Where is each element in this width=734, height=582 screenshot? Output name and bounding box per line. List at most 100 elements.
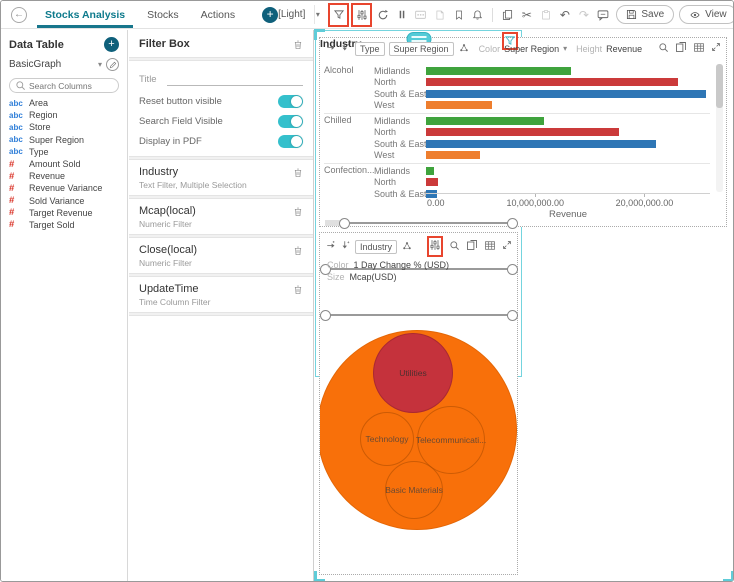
tab-stocks[interactable]: Stocks [136, 1, 190, 29]
breadcrumb-super-region-chip[interactable]: Super Region [389, 42, 454, 56]
size-dim-label: Size [327, 272, 345, 282]
field-item[interactable]: #Revenue [1, 170, 127, 182]
back-arrow-icon[interactable]: ← [11, 7, 27, 23]
chart-scrollbar[interactable] [716, 64, 723, 192]
field-item[interactable]: abcSuper Region [1, 134, 127, 146]
theme-selector[interactable]: [Light] [278, 9, 305, 20]
bubble-utilities[interactable]: Utilities [373, 333, 453, 413]
delete-trash-icon[interactable] [293, 206, 303, 217]
mcap-slider-handle-min[interactable] [339, 218, 350, 229]
table-view-icon[interactable] [693, 42, 705, 56]
pause-icon[interactable] [393, 5, 410, 25]
delete-trash-icon[interactable] [293, 245, 303, 256]
parameters-sliders-icon[interactable] [353, 5, 370, 25]
table-view-icon[interactable] [484, 240, 496, 254]
field-item[interactable]: #Target Sold [1, 219, 127, 231]
toggle-switch-0[interactable] [278, 95, 303, 108]
height-dim-value[interactable]: Revenue [606, 44, 642, 54]
mcap-range-slider[interactable] [325, 215, 512, 231]
sort-icon[interactable] [341, 41, 351, 56]
field-item[interactable]: abcArea [1, 97, 127, 109]
filter-item[interactable]: IndustryText Filter, Multiple Selection [129, 160, 313, 195]
filter-item[interactable]: Mcap(local)Numeric Filter [129, 199, 313, 234]
maximize-icon[interactable] [502, 240, 512, 253]
chevron-down-icon[interactable]: ▾ [98, 60, 102, 69]
bar[interactable] [426, 67, 571, 75]
delete-trash-icon[interactable] [293, 167, 303, 178]
color-dim-value[interactable]: Super Region [504, 44, 559, 54]
field-item[interactable]: abcRegion [1, 109, 127, 121]
drill-right-icon[interactable] [325, 240, 337, 253]
edit-pencil-icon[interactable] [106, 58, 119, 71]
chevron-down-icon[interactable]: ▾ [563, 44, 567, 53]
bar[interactable] [426, 128, 619, 136]
breadcrumb-industry-chip[interactable]: Industry [355, 240, 397, 254]
add-data-table-button[interactable]: + [104, 37, 119, 52]
delete-trash-icon[interactable] [293, 284, 303, 295]
sort-icon[interactable] [341, 239, 351, 254]
hierarchy-icon[interactable] [401, 240, 413, 254]
tab-stocks-analysis[interactable]: Stocks Analysis [34, 1, 136, 29]
copy-image-icon[interactable] [675, 41, 687, 56]
bookmark-icon[interactable] [450, 5, 467, 25]
mcap-slider-handle-max[interactable] [507, 218, 518, 229]
field-item[interactable]: #Sold Variance [1, 195, 127, 207]
bar[interactable] [426, 78, 678, 86]
field-label: Target Sold [29, 220, 75, 230]
bubble-basic-materials[interactable]: Basic Materials [385, 461, 443, 519]
refresh-icon[interactable] [374, 5, 391, 25]
toggle-switch-1[interactable] [278, 115, 303, 128]
scrollbar-thumb[interactable] [716, 64, 723, 108]
bar[interactable] [426, 90, 706, 98]
drill-right-icon[interactable] [325, 42, 337, 55]
search-icon[interactable] [658, 42, 669, 56]
toggle-knob [291, 96, 302, 107]
bar[interactable] [426, 151, 480, 159]
hierarchy-icon[interactable] [458, 42, 470, 56]
field-item[interactable]: #Amount Sold [1, 158, 127, 170]
field-label: Type [29, 147, 49, 157]
copy-image-icon[interactable] [466, 239, 478, 254]
bar-row: Midlands [374, 65, 710, 77]
comment-icon[interactable] [594, 5, 611, 25]
annotation-highlight-box [328, 3, 349, 27]
breadcrumb-type-chip[interactable]: Type [355, 42, 385, 56]
filter-item[interactable]: UpdateTimeTime Column Filter [129, 277, 313, 312]
cut-scissors-icon[interactable]: ✂ [518, 5, 535, 25]
field-item[interactable]: abcStore [1, 121, 127, 133]
bar[interactable] [426, 167, 434, 175]
axis-tick [535, 194, 536, 197]
dropdown-caret-icon[interactable]: ▾ [309, 5, 326, 25]
bar[interactable] [426, 117, 544, 125]
search-columns-box[interactable] [9, 78, 119, 93]
field-item[interactable]: #Target Revenue [1, 207, 127, 219]
title-field-input[interactable] [167, 73, 303, 86]
view-button[interactable]: View [679, 5, 734, 24]
toggle-switch-2[interactable] [278, 135, 303, 148]
bar[interactable] [426, 140, 656, 148]
notifications-bell-icon[interactable] [469, 5, 486, 25]
field-item[interactable]: abcType [1, 146, 127, 158]
maximize-icon[interactable] [711, 42, 721, 55]
save-button[interactable]: Save [616, 5, 674, 24]
dataset-selector[interactable]: BasicGraph [9, 59, 94, 70]
copy-icon[interactable] [499, 5, 516, 25]
filter-item-name: Mcap(local) [139, 205, 196, 217]
add-dashboard-button[interactable]: + [262, 7, 278, 23]
bubble-canvas: UtilitiesTechnologyTelecommunicati...Bas… [320, 233, 517, 574]
filter-item[interactable]: Close(local)Numeric Filter [129, 238, 313, 273]
color-dim-value[interactable]: 1 Day Change % (USD) [354, 260, 450, 270]
field-item[interactable]: #Revenue Variance [1, 182, 127, 194]
size-dim-value[interactable]: Mcap(USD) [350, 272, 397, 282]
undo-icon[interactable]: ↶ [556, 5, 573, 25]
bar[interactable] [426, 178, 438, 186]
bubble-technology[interactable]: Technology [360, 412, 414, 466]
tab-actions[interactable]: Actions [190, 1, 246, 29]
parameters-sliders-icon[interactable] [429, 238, 441, 255]
search-columns-input[interactable] [29, 81, 113, 91]
delete-trash-icon[interactable] [293, 39, 303, 50]
filter-funnel-icon[interactable] [330, 5, 347, 25]
search-icon[interactable] [449, 240, 460, 254]
bar[interactable] [426, 101, 492, 109]
view-label: View [705, 9, 727, 20]
